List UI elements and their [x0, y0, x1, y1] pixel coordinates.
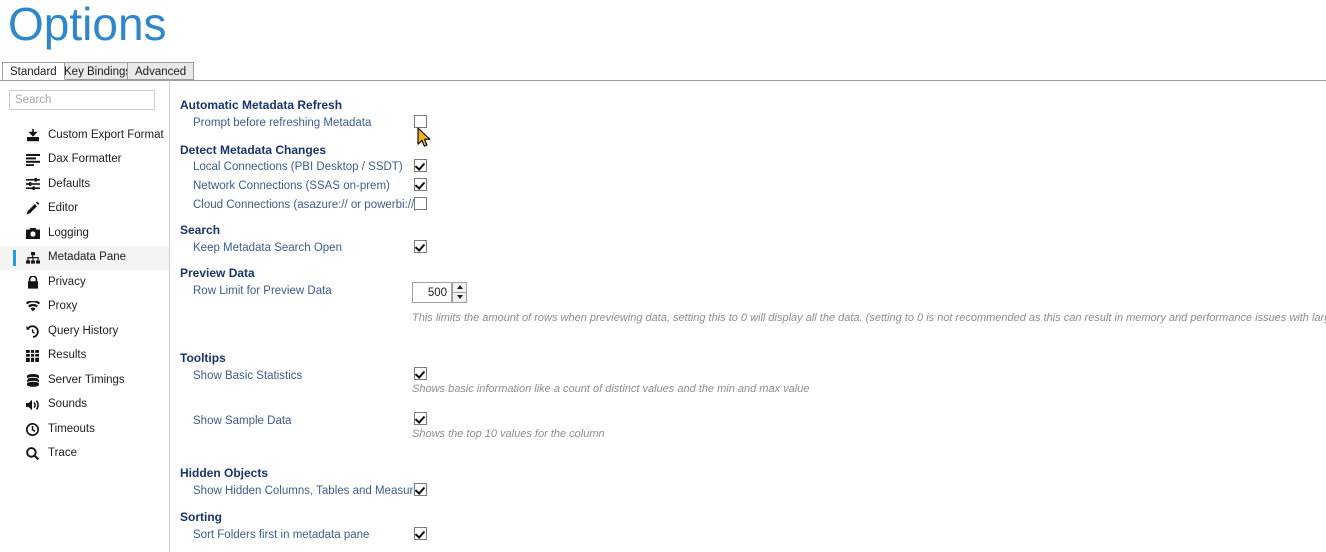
tab-strip: Standard Key Bindings Advanced	[0, 62, 1326, 81]
spinner-down-button[interactable]	[452, 292, 467, 303]
sliders-icon	[24, 177, 41, 192]
wifi-icon	[24, 299, 41, 314]
export-icon	[24, 128, 41, 143]
history-icon	[24, 324, 41, 339]
label-show-basic-statistics: Show Basic Statistics	[193, 370, 303, 382]
sidebar-item-timeouts[interactable]: Timeouts	[0, 417, 169, 442]
clock-icon	[24, 422, 41, 437]
sidebar-item-metadata-pane[interactable]: Metadata Pane	[0, 245, 169, 270]
sidebar-item-label: Privacy	[48, 275, 86, 288]
sidebar-item-trace[interactable]: Trace	[0, 442, 169, 467]
checkbox-show-sample-data[interactable]	[414, 412, 427, 425]
help-show-basic-statistics: Shows basic information like a count of …	[412, 383, 810, 395]
sidebar-item-results[interactable]: Results	[0, 344, 169, 369]
sidebar-item-query-history[interactable]: Query History	[0, 319, 169, 344]
sidebar-item-label: Results	[48, 349, 87, 362]
options-dialog: Options Standard Key Bindings Advanced C…	[0, 0, 1326, 552]
align-lines-icon	[24, 152, 41, 167]
tab-advanced[interactable]: Advanced	[127, 62, 195, 80]
sidebar-item-label: Timeouts	[48, 422, 95, 435]
sidebar-item-privacy[interactable]: Privacy	[0, 270, 169, 295]
label-row-limit: Row Limit for Preview Data	[193, 285, 332, 297]
row-limit-input[interactable]	[412, 282, 452, 303]
chevron-up-icon	[456, 285, 463, 290]
group-heading-sorting: Sorting	[180, 510, 222, 524]
search-icon	[24, 446, 41, 461]
sidebar-item-proxy[interactable]: Proxy	[0, 295, 169, 320]
sidebar: Custom Export Format Dax Formatter Defau…	[0, 81, 170, 552]
help-show-sample-data: Shows the top 10 values for the column	[412, 428, 605, 440]
checkbox-sort-folders-first[interactable]	[414, 527, 427, 540]
speaker-icon	[24, 397, 41, 412]
spinner-up-button[interactable]	[452, 282, 467, 293]
label-show-sample-data: Show Sample Data	[193, 415, 292, 427]
label-local-connections: Local Connections (PBI Desktop / SSDT)	[193, 161, 403, 173]
sidebar-item-label: Trace	[48, 447, 77, 460]
sidebar-item-label: Logging	[48, 226, 89, 239]
checkbox-show-basic-statistics[interactable]	[414, 367, 427, 380]
sidebar-item-logging[interactable]: Logging	[0, 221, 169, 246]
sidebar-item-label: Custom Export Format	[48, 128, 164, 141]
chevron-down-icon	[456, 295, 463, 300]
pencil-icon	[24, 201, 41, 216]
group-heading-tooltips: Tooltips	[180, 351, 226, 365]
hierarchy-icon	[24, 250, 41, 265]
label-keep-metadata-search-open: Keep Metadata Search Open	[193, 242, 342, 254]
group-heading-preview-data: Preview Data	[180, 266, 255, 280]
sidebar-item-label: Server Timings	[48, 373, 125, 386]
sidebar-item-server-timings[interactable]: Server Timings	[0, 368, 169, 393]
sidebar-item-label: Dax Formatter	[48, 153, 122, 166]
sidebar-item-defaults[interactable]: Defaults	[0, 172, 169, 197]
sidebar-item-dax-formatter[interactable]: Dax Formatter	[0, 148, 169, 173]
checkbox-cloud-connections[interactable]	[414, 197, 427, 210]
sidebar-nav-list: Custom Export Format Dax Formatter Defau…	[0, 123, 169, 466]
group-heading-automatic-metadata-refresh: Automatic Metadata Refresh	[180, 98, 343, 112]
sidebar-item-editor[interactable]: Editor	[0, 197, 169, 222]
checkbox-prompt-before-refresh[interactable]	[414, 115, 427, 128]
group-heading-search: Search	[180, 223, 221, 237]
row-limit-spin-buttons	[452, 282, 467, 303]
sidebar-item-sounds[interactable]: Sounds	[0, 393, 169, 418]
page-title: Options	[8, 0, 167, 50]
label-cloud-connections: Cloud Connections (asazure:// or powerbi…	[193, 199, 418, 211]
sidebar-item-label: Metadata Pane	[48, 251, 127, 264]
sidebar-item-custom-export-format[interactable]: Custom Export Format	[0, 123, 169, 148]
label-prompt-before-refresh: Prompt before refreshing Metadata	[193, 117, 372, 129]
checkbox-network-connections[interactable]	[414, 178, 427, 191]
label-sort-folders-first: Sort Folders first in metadata pane	[193, 529, 370, 541]
settings-panel: Automatic Metadata Refresh Prompt before…	[171, 81, 1326, 552]
checkbox-show-hidden[interactable]	[414, 483, 427, 496]
label-network-connections: Network Connections (SSAS on-prem)	[193, 180, 390, 192]
checkbox-keep-metadata-search-open[interactable]	[414, 240, 427, 253]
sidebar-item-label: Editor	[48, 202, 79, 215]
grid-icon	[24, 348, 41, 363]
tab-standard[interactable]: Standard	[2, 62, 65, 80]
group-heading-hidden-objects: Hidden Objects	[180, 466, 269, 480]
sidebar-item-label: Sounds	[48, 398, 88, 411]
sidebar-item-label: Query History	[48, 324, 119, 337]
database-icon	[24, 373, 41, 388]
search-input[interactable]	[9, 90, 155, 110]
sidebar-item-label: Defaults	[48, 177, 91, 190]
help-row-limit: This limits the amount of rows when prev…	[412, 312, 1326, 324]
row-limit-spinner[interactable]	[412, 282, 468, 303]
label-show-hidden: Show Hidden Columns, Tables and Measures	[193, 485, 426, 497]
group-heading-detect-metadata-changes: Detect Metadata Changes	[180, 143, 327, 157]
camera-icon	[24, 226, 41, 241]
checkbox-local-connections[interactable]	[414, 159, 427, 172]
lock-icon	[24, 275, 41, 290]
sidebar-item-label: Proxy	[48, 300, 78, 313]
